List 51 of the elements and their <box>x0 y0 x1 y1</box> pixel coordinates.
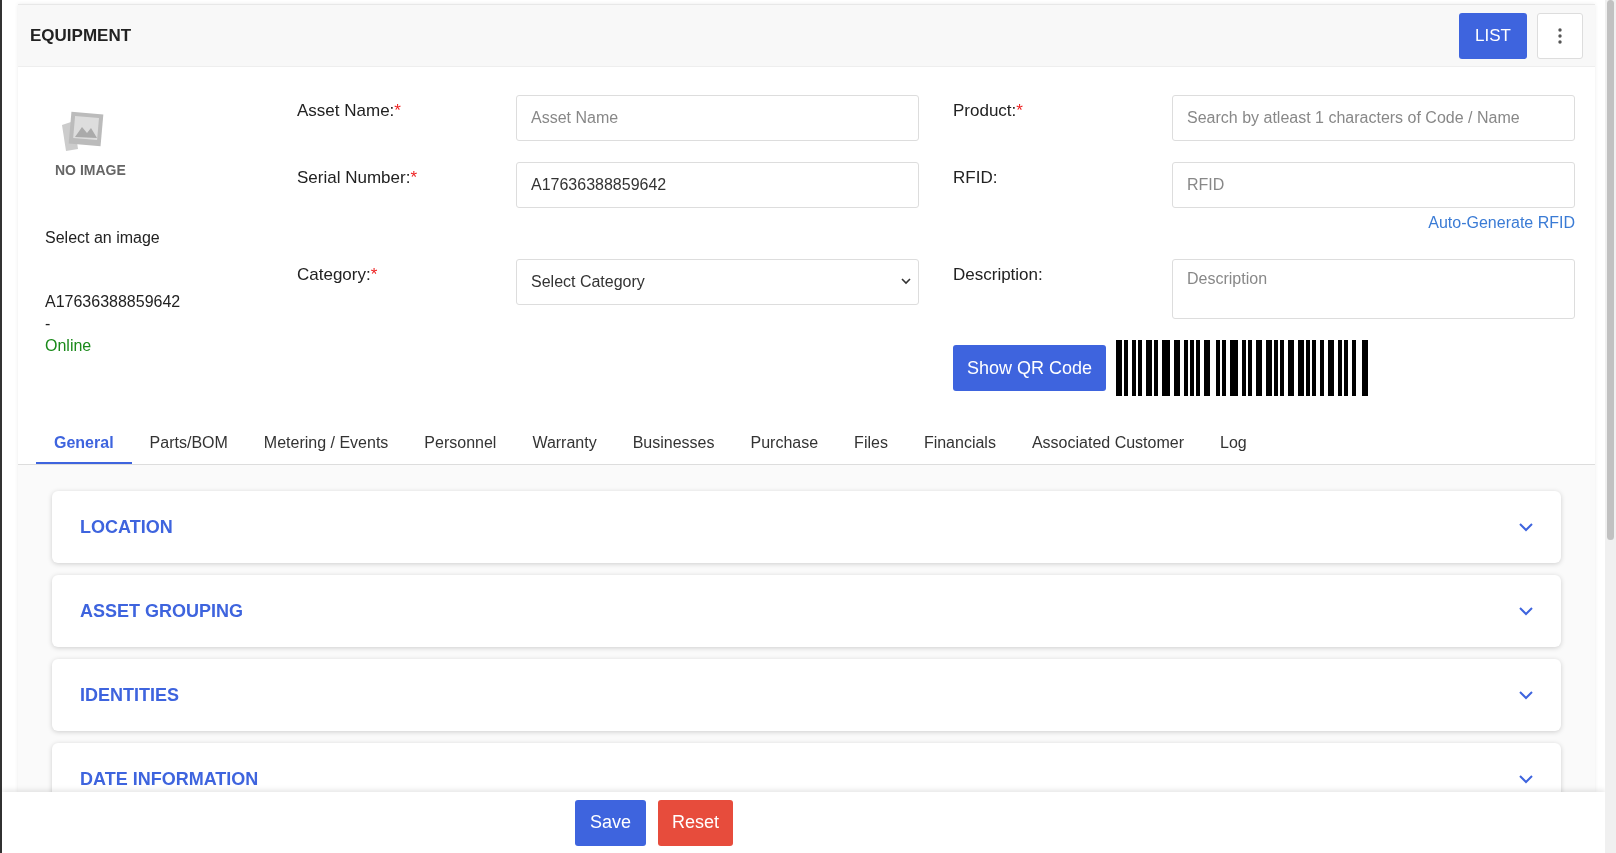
text-field[interactable]: A17636388859642 <box>516 162 919 208</box>
serial-number-text: A17636388859642 <box>45 292 182 312</box>
field-label: Category: <box>297 265 371 284</box>
show-qr-code-button[interactable]: Show QR Code <box>953 345 1107 391</box>
required-mark: * <box>410 168 417 187</box>
tab[interactable]: Parts/BOM <box>131 423 246 464</box>
tab[interactable]: Warranty <box>514 423 615 464</box>
tab[interactable]: Purchase <box>732 423 837 464</box>
text-field[interactable]: Asset Name <box>516 95 919 141</box>
field-label: Product: <box>953 101 1017 120</box>
text-field[interactable]: Search by atleast 1 characters of Code / Name <box>1172 95 1575 141</box>
caret-icon <box>901 277 911 285</box>
section-header[interactable]: ASSET GROUPING <box>52 575 1561 647</box>
required-mark: * <box>394 101 401 120</box>
field-label: Asset Name: <box>297 101 395 120</box>
page-title: EQUIPMENT <box>30 25 133 46</box>
category-select[interactable]: Select Category <box>516 259 919 305</box>
reset-button[interactable]: Reset <box>658 799 734 846</box>
tab[interactable]: Files <box>836 423 906 464</box>
chevron-icon <box>1519 606 1533 616</box>
save-button[interactable]: Save <box>575 799 647 846</box>
status-text: Online <box>45 336 93 356</box>
chevron-icon <box>1519 690 1533 700</box>
tab[interactable]: Financials <box>905 423 1014 464</box>
text-field[interactable]: RFID <box>1172 162 1575 208</box>
chevron-icon <box>1519 774 1533 784</box>
more-menu-button[interactable] <box>1537 12 1583 59</box>
auto-generate-link[interactable]: Auto-Generate RFID <box>1428 214 1575 231</box>
section-header[interactable]: DATE INFORMATION <box>52 743 1561 793</box>
select-image-label[interactable]: Select an image <box>45 227 297 249</box>
tab[interactable]: Metering / Events <box>245 423 407 464</box>
field-label: Serial Number: <box>297 168 411 187</box>
scrollbar[interactable] <box>1605 0 1616 853</box>
tab[interactable]: Businesses <box>614 423 733 464</box>
chevron-icon <box>1519 522 1533 532</box>
list-button[interactable]: LIST <box>1459 12 1527 59</box>
tab[interactable]: Personnel <box>406 423 515 464</box>
tab[interactable]: Log <box>1202 423 1265 464</box>
separator-text: - <box>45 314 52 334</box>
tab[interactable]: Associated Customer <box>1013 423 1202 464</box>
description-field[interactable]: Description <box>1172 259 1575 319</box>
more-icon <box>1558 27 1562 44</box>
scrollbar-thumb[interactable] <box>1607 0 1614 540</box>
no-image-caption: NO IMAGE <box>55 161 126 180</box>
section-header[interactable]: LOCATION <box>52 491 1561 563</box>
image-placeholder-icon <box>60 111 106 153</box>
field-label: RFID: <box>953 168 998 187</box>
section-header[interactable]: IDENTITIES <box>52 659 1561 731</box>
required-mark: * <box>1016 101 1023 120</box>
required-mark: * <box>370 265 378 284</box>
field-label: Description: <box>953 265 1043 284</box>
